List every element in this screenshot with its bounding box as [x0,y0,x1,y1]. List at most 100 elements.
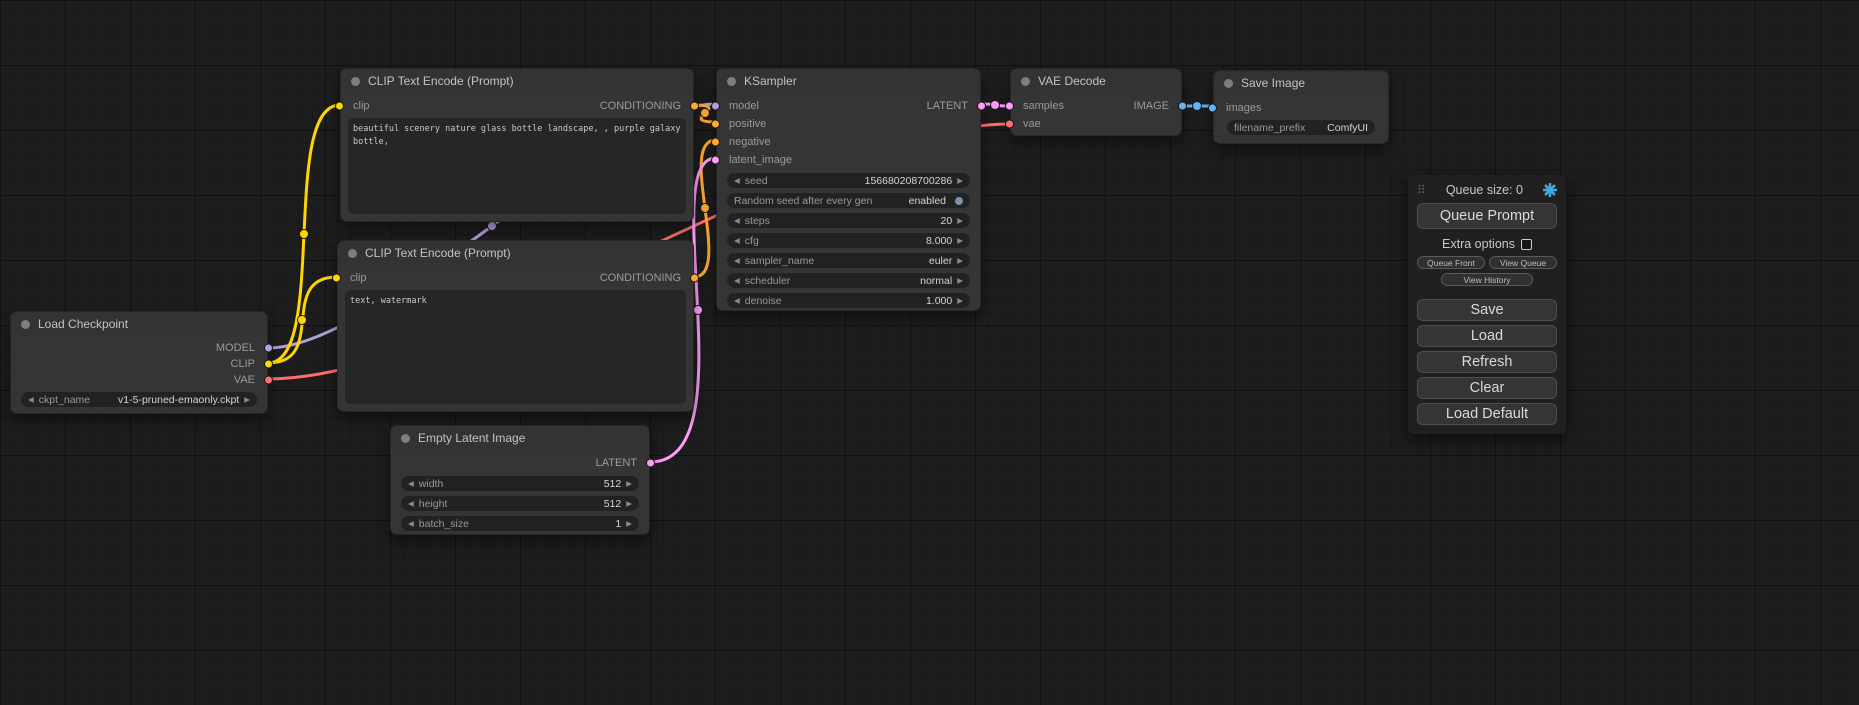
node-load-checkpoint[interactable]: Load Checkpoint MODEL CLIP VAE ◀ ckpt_na… [10,311,268,414]
load-button[interactable]: Load [1417,325,1557,347]
decrement-icon[interactable]: ◀ [408,500,414,508]
increment-icon[interactable]: ▶ [957,237,963,245]
link-clip-negative[interactable] [268,277,337,363]
refresh-button[interactable]: Refresh [1417,351,1557,373]
node-header[interactable]: CLIP Text Encode (Prompt) [338,241,693,265]
seed-widget[interactable]: ◀ seed 156680208700286 ▶ [727,173,970,188]
model-output-port[interactable] [264,344,273,353]
random-seed-toggle-widget[interactable]: Random seed after every gen enabled [727,193,970,208]
drag-handle-icon[interactable]: ⠿ [1417,184,1426,196]
collapse-toggle-icon[interactable] [351,77,360,86]
link-latent-input-midpoint[interactable] [694,306,703,315]
link-clip-negative-midpoint[interactable] [298,316,307,325]
increment-icon[interactable]: ▶ [244,396,250,404]
vae-input-port[interactable] [1005,120,1014,129]
decrement-icon[interactable]: ◀ [734,177,740,185]
positive-prompt-textarea[interactable]: beautiful scenery nature glass bottle la… [348,118,686,214]
node-graph-canvas[interactable]: Load Checkpoint MODEL CLIP VAE ◀ ckpt_na… [0,0,1859,705]
node-header[interactable]: CLIP Text Encode (Prompt) [341,69,693,93]
ckpt-name-widget[interactable]: ◀ ckpt_name v1-5-pruned-emaonly.ckpt ▶ [21,392,257,407]
collapse-toggle-icon[interactable] [727,77,736,86]
link-clip-positive[interactable] [268,105,340,363]
collapse-toggle-icon[interactable] [348,249,357,258]
increment-icon[interactable]: ▶ [957,217,963,225]
increment-icon[interactable]: ▶ [626,480,632,488]
scheduler-widget[interactable]: ◀ scheduler normal ▶ [727,273,970,288]
output-label-conditioning: CONDITIONING [600,100,681,112]
node-header[interactable]: Empty Latent Image [391,426,649,450]
decrement-icon[interactable]: ◀ [734,257,740,265]
decrement-icon[interactable]: ◀ [408,520,414,528]
collapse-toggle-icon[interactable] [401,434,410,443]
link-clip-positive-midpoint[interactable] [300,230,309,239]
link-image-midpoint[interactable] [1193,102,1202,111]
images-input-port[interactable] [1208,104,1217,113]
node-clip-text-encode-positive[interactable]: CLIP Text Encode (Prompt) clip CONDITION… [340,68,694,222]
negative-input-port[interactable] [711,138,720,147]
collapse-toggle-icon[interactable] [1021,77,1030,86]
node-save-image[interactable]: Save Image images filename_prefix ComfyU… [1213,70,1389,144]
settings-gear-icon[interactable] [1543,183,1557,197]
save-button[interactable]: Save [1417,299,1557,321]
load-default-button[interactable]: Load Default [1417,403,1557,425]
increment-icon[interactable]: ▶ [957,297,963,305]
batch-size-widget[interactable]: ◀ batch_size 1 ▶ [401,516,639,531]
clip-output-port[interactable] [264,360,273,369]
vae-output-port[interactable] [264,376,273,385]
increment-icon[interactable]: ▶ [626,520,632,528]
filename-prefix-widget[interactable]: filename_prefix ComfyUI [1227,120,1375,135]
cfg-widget[interactable]: ◀ cfg 8.000 ▶ [727,233,970,248]
decrement-icon[interactable]: ◀ [734,237,740,245]
conditioning-output-port[interactable] [690,102,699,111]
decrement-icon[interactable]: ◀ [734,277,740,285]
queue-prompt-button[interactable]: Queue Prompt [1417,203,1557,229]
collapse-toggle-icon[interactable] [21,320,30,329]
decrement-icon[interactable]: ◀ [408,480,414,488]
clip-input-port[interactable] [332,274,341,283]
increment-icon[interactable]: ▶ [957,277,963,285]
width-widget[interactable]: ◀ width 512 ▶ [401,476,639,491]
conditioning-output-port[interactable] [690,274,699,283]
view-history-button[interactable]: View History [1441,273,1533,286]
slot-row: LATENT [391,454,649,472]
samples-input-port[interactable] [1005,102,1014,111]
height-widget[interactable]: ◀ height 512 ▶ [401,496,639,511]
image-output-port[interactable] [1178,102,1187,111]
clear-button[interactable]: Clear [1417,377,1557,399]
clip-input-port[interactable] [335,102,344,111]
decrement-icon[interactable]: ◀ [734,217,740,225]
steps-widget[interactable]: ◀ steps 20 ▶ [727,213,970,228]
positive-input-port[interactable] [711,120,720,129]
node-empty-latent-image[interactable]: Empty Latent Image LATENT ◀ width 512 ▶ … [390,425,650,535]
negative-prompt-textarea[interactable]: text, watermark [345,290,686,404]
node-header[interactable]: VAE Decode [1011,69,1181,93]
node-header[interactable]: Save Image [1214,71,1388,95]
latent-image-input-port[interactable] [711,156,720,165]
toggle-indicator-icon[interactable] [955,197,963,205]
queue-front-button[interactable]: Queue Front [1417,256,1485,269]
node-ksampler[interactable]: KSampler model LATENT positive negative … [716,68,981,311]
model-input-port[interactable] [711,102,720,111]
extra-options-checkbox[interactable] [1521,239,1532,250]
link-model-midpoint[interactable] [488,222,497,231]
sampler-name-widget[interactable]: ◀ sampler_name euler ▶ [727,253,970,268]
latent-output-port[interactable] [977,102,986,111]
latent-output-port[interactable] [646,459,655,468]
node-clip-text-encode-negative[interactable]: CLIP Text Encode (Prompt) clip CONDITION… [337,240,694,412]
input-label-clip: clip [353,100,370,112]
increment-icon[interactable]: ▶ [626,500,632,508]
link-conditioning-positive-midpoint[interactable] [701,109,710,118]
decrement-icon[interactable]: ◀ [28,396,34,404]
denoise-widget[interactable]: ◀ denoise 1.000 ▶ [727,293,970,308]
node-header[interactable]: KSampler [717,69,980,93]
increment-icon[interactable]: ▶ [957,257,963,265]
node-vae-decode[interactable]: VAE Decode samples IMAGE vae [1010,68,1182,136]
collapse-toggle-icon[interactable] [1224,79,1233,88]
link-conditioning-negative-midpoint[interactable] [701,204,710,213]
view-queue-button[interactable]: View Queue [1489,256,1557,269]
link-latent-output-midpoint[interactable] [991,101,1000,110]
decrement-icon[interactable]: ◀ [734,297,740,305]
node-header[interactable]: Load Checkpoint [11,312,267,336]
input-label-clip: clip [350,272,367,284]
increment-icon[interactable]: ▶ [957,177,963,185]
